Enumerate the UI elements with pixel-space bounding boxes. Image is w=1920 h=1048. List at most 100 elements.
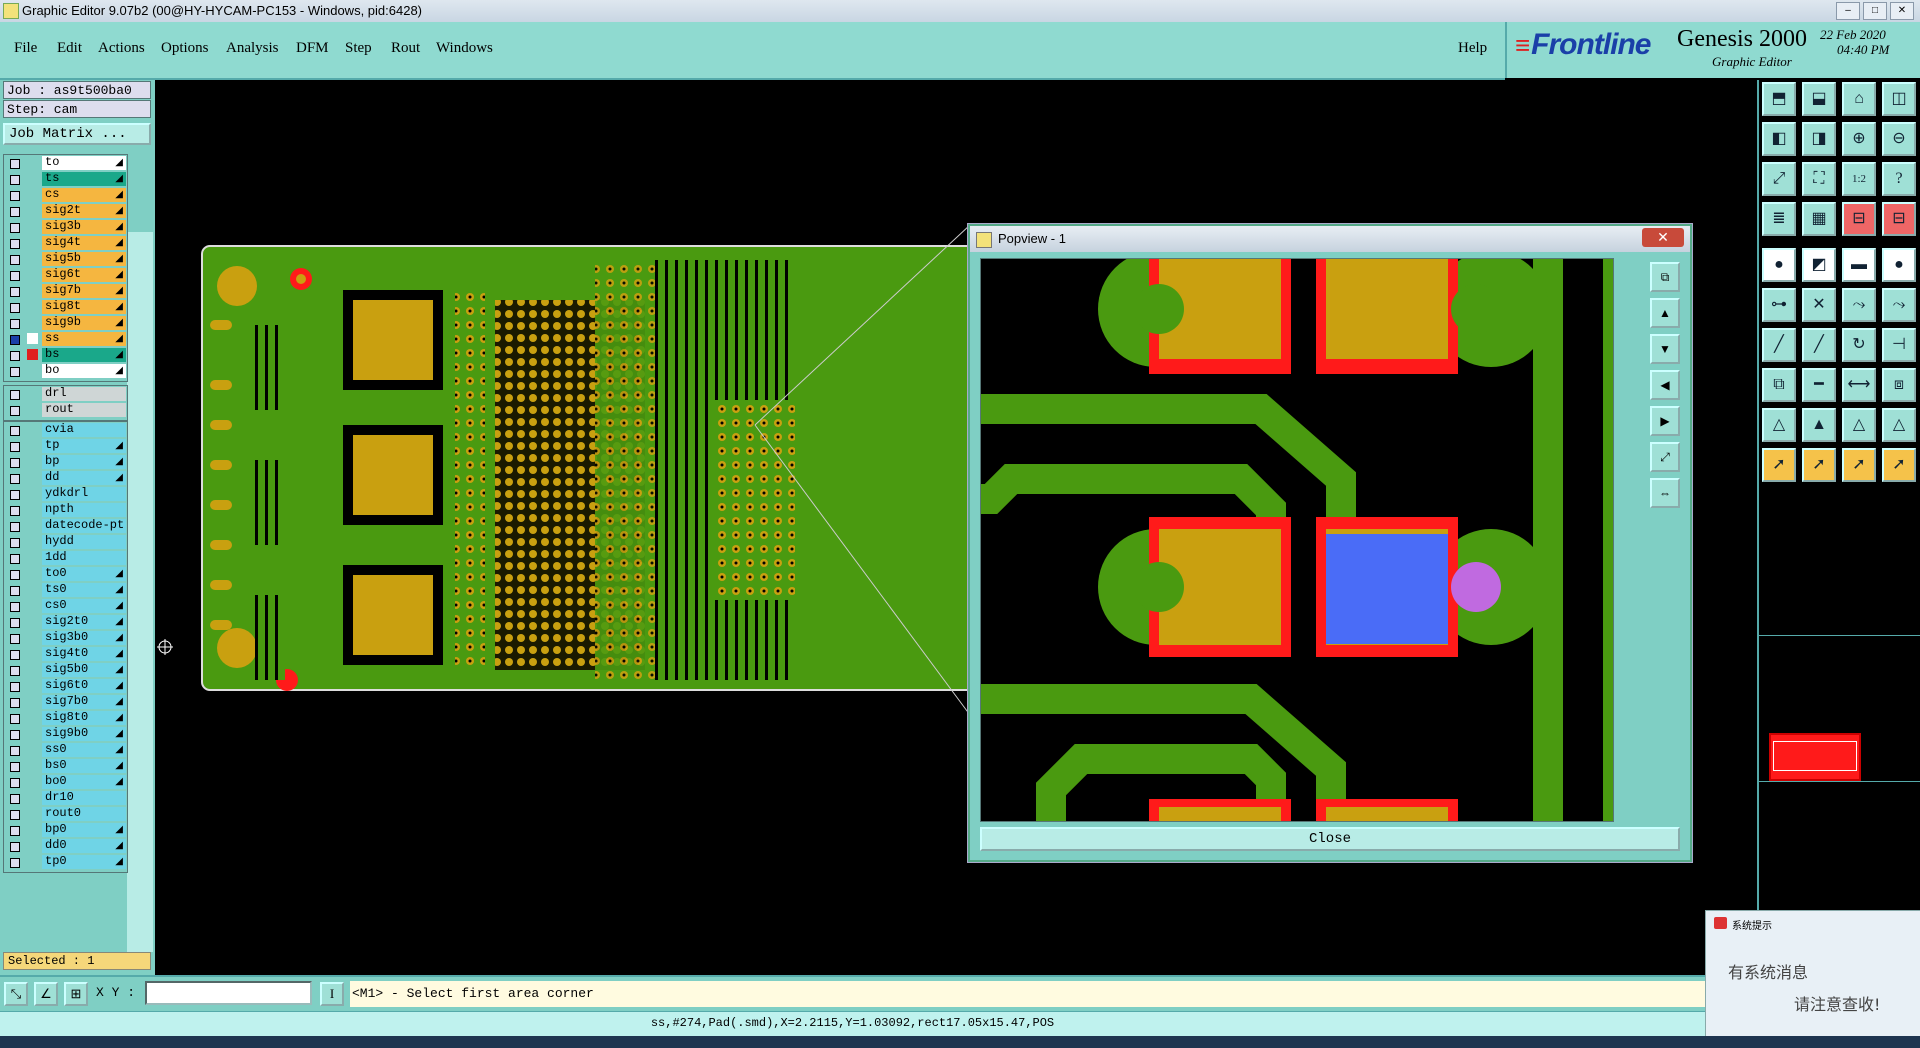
pointer-icon[interactable]: ➚ [1762,448,1796,482]
layer-name[interactable]: bp ◢ [42,455,126,469]
layer-row-cvia[interactable]: cvia [4,422,127,438]
layer-row-bs[interactable]: bs ◢ [4,347,127,363]
layer-name[interactable]: dd ◢ [42,471,126,485]
layer-name[interactable]: hydd [42,535,126,549]
layer-name[interactable]: sig6t ◢ [42,268,126,282]
arc-triangle-icon[interactable]: ▲ [1802,408,1836,442]
maximize-button[interactable]: □ [1863,2,1887,20]
layer-name[interactable]: dd0 ◢ [42,839,126,853]
layer-name[interactable]: rout0 [42,807,126,821]
layer-row-npth[interactable]: npth [4,502,127,518]
layer-checkbox[interactable] [10,159,20,169]
measure-icon[interactable]: ⟷ [1842,368,1876,402]
layer-checkbox[interactable] [10,794,20,804]
layers-icon[interactable]: ≣ [1762,202,1796,236]
layer-checkbox[interactable] [10,698,20,708]
ruler-icon[interactable]: ▬ [1842,248,1876,282]
popview-close-icon[interactable]: ✕ [1642,228,1684,247]
layer-row-sig2t0[interactable]: sig2t0 ◢ [4,614,127,630]
arc-flip-icon[interactable]: △ [1882,408,1916,442]
snap-icon[interactable]: ⤡ [4,982,28,1006]
layer-color-swatch[interactable] [27,333,38,344]
layer-row-bs0[interactable]: bs0 ◢ [4,758,127,774]
layer-name[interactable]: sig4t ◢ [42,236,126,250]
fit-screen-icon[interactable]: ⤢ [1762,162,1796,196]
layer-name[interactable]: tp0 ◢ [42,855,126,869]
layer-checkbox[interactable] [10,319,20,329]
pan-left-icon[interactable]: ◧ [1762,122,1796,156]
layer-checkbox[interactable] [10,490,20,500]
layer-row-sig3b0[interactable]: sig3b0 ◢ [4,630,127,646]
layer-row-sig6t[interactable]: sig6t ◢ [4,267,127,283]
zoom-area-icon[interactable]: ⧉ [1650,262,1680,292]
layer-row-sig9b[interactable]: sig9b ◢ [4,315,127,331]
split-view-icon[interactable]: ◫ [1882,82,1916,116]
layer-row-sig4t[interactable]: sig4t ◢ [4,235,127,251]
query-icon[interactable]: ? [1882,162,1916,196]
layer-name[interactable]: cs ◢ [42,188,126,202]
layer-name[interactable]: dr10 [42,791,126,805]
layer-row-ts[interactable]: ts ◢ [4,171,127,187]
layer-name[interactable]: sig5b ◢ [42,252,126,266]
layer-checkbox[interactable] [10,650,20,660]
layer-checkbox[interactable] [10,303,20,313]
menu-edit[interactable]: Edit [57,40,82,57]
layer-name[interactable]: sig3b0 ◢ [42,631,126,645]
layer-row-sig3b[interactable]: sig3b ◢ [4,219,127,235]
move-icon[interactable]: ⤳ [1842,288,1876,322]
snap-red-icon[interactable]: ⊟ [1842,202,1876,236]
arc-mark-icon[interactable]: △ [1842,408,1876,442]
layer-checkbox[interactable] [10,474,20,484]
menu-analysis[interactable]: Analysis [226,40,279,57]
fit-all-icon[interactable]: ⛶ [1802,162,1836,196]
menu-file[interactable]: File [14,40,37,57]
layer-row-dd[interactable]: dd ◢ [4,470,127,486]
layer-name[interactable]: sig4t0 ◢ [42,647,126,661]
pan-down-icon[interactable]: ⬓ [1802,82,1836,116]
zoom-out-icon[interactable]: ⇔ [1650,478,1680,508]
layer-row-bp0[interactable]: bp0 ◢ [4,822,127,838]
layer-checkbox[interactable] [10,390,20,400]
layer-name[interactable]: sig5b0 ◢ [42,663,126,677]
layer-name[interactable]: ss ◢ [42,332,126,346]
layer-row-hydd[interactable]: hydd [4,534,127,550]
layer-checkbox[interactable] [10,442,20,452]
layer-checkbox[interactable] [10,191,20,201]
layer-row-cs[interactable]: cs ◢ [4,187,127,203]
layer-name[interactable]: rout [42,403,126,417]
layer-row-sig6t0[interactable]: sig6t0 ◢ [4,678,127,694]
layer-name[interactable]: sig6t0 ◢ [42,679,126,693]
layer-name[interactable]: sig9b0 ◢ [42,727,126,741]
connect-icon[interactable]: ⊶ [1762,288,1796,322]
layer-row-tp0[interactable]: tp0 ◢ [4,854,127,870]
layer-name[interactable]: sig2t0 ◢ [42,615,126,629]
rotate-icon[interactable]: ↻ [1842,328,1876,362]
layer-row-cs0[interactable]: cs0 ◢ [4,598,127,614]
layer-checkbox[interactable] [10,858,20,868]
layer-row-sig8t0[interactable]: sig8t0 ◢ [4,710,127,726]
pan-right-icon[interactable]: ▶ [1650,406,1680,436]
layer-checkbox[interactable] [10,335,20,345]
layer-checkbox[interactable] [10,255,20,265]
replace-icon[interactable]: ⧈ [1882,368,1916,402]
pan-up-icon[interactable]: ⬒ [1762,82,1796,116]
layer-row-drl[interactable]: drl [4,386,127,402]
layer-checkbox[interactable] [10,730,20,740]
menu-rout[interactable]: Rout [391,40,420,57]
layer-checkbox[interactable] [10,367,20,377]
layer-checkbox[interactable] [10,538,20,548]
system-notification[interactable]: 系统提示 有系统消息 请注意查收! [1705,910,1920,1037]
layer-name[interactable]: tp ◢ [42,439,126,453]
layer-checkbox[interactable] [10,826,20,836]
layer-name[interactable]: drl [42,387,126,401]
layer-checkbox[interactable] [10,778,20,788]
layer-checkbox[interactable] [10,714,20,724]
minimize-button[interactable]: – [1836,2,1860,20]
layer-checkbox[interactable] [10,458,20,468]
layer-row-bo0[interactable]: bo0 ◢ [4,774,127,790]
cross-icon[interactable]: ✕ [1802,288,1836,322]
copy-icon[interactable]: ⧉ [1762,368,1796,402]
layer-row-datecode-pt[interactable]: datecode-pt [4,518,127,534]
grid-icon[interactable]: ▦ [1802,202,1836,236]
job-matrix-button[interactable]: Job Matrix ... [3,123,151,145]
